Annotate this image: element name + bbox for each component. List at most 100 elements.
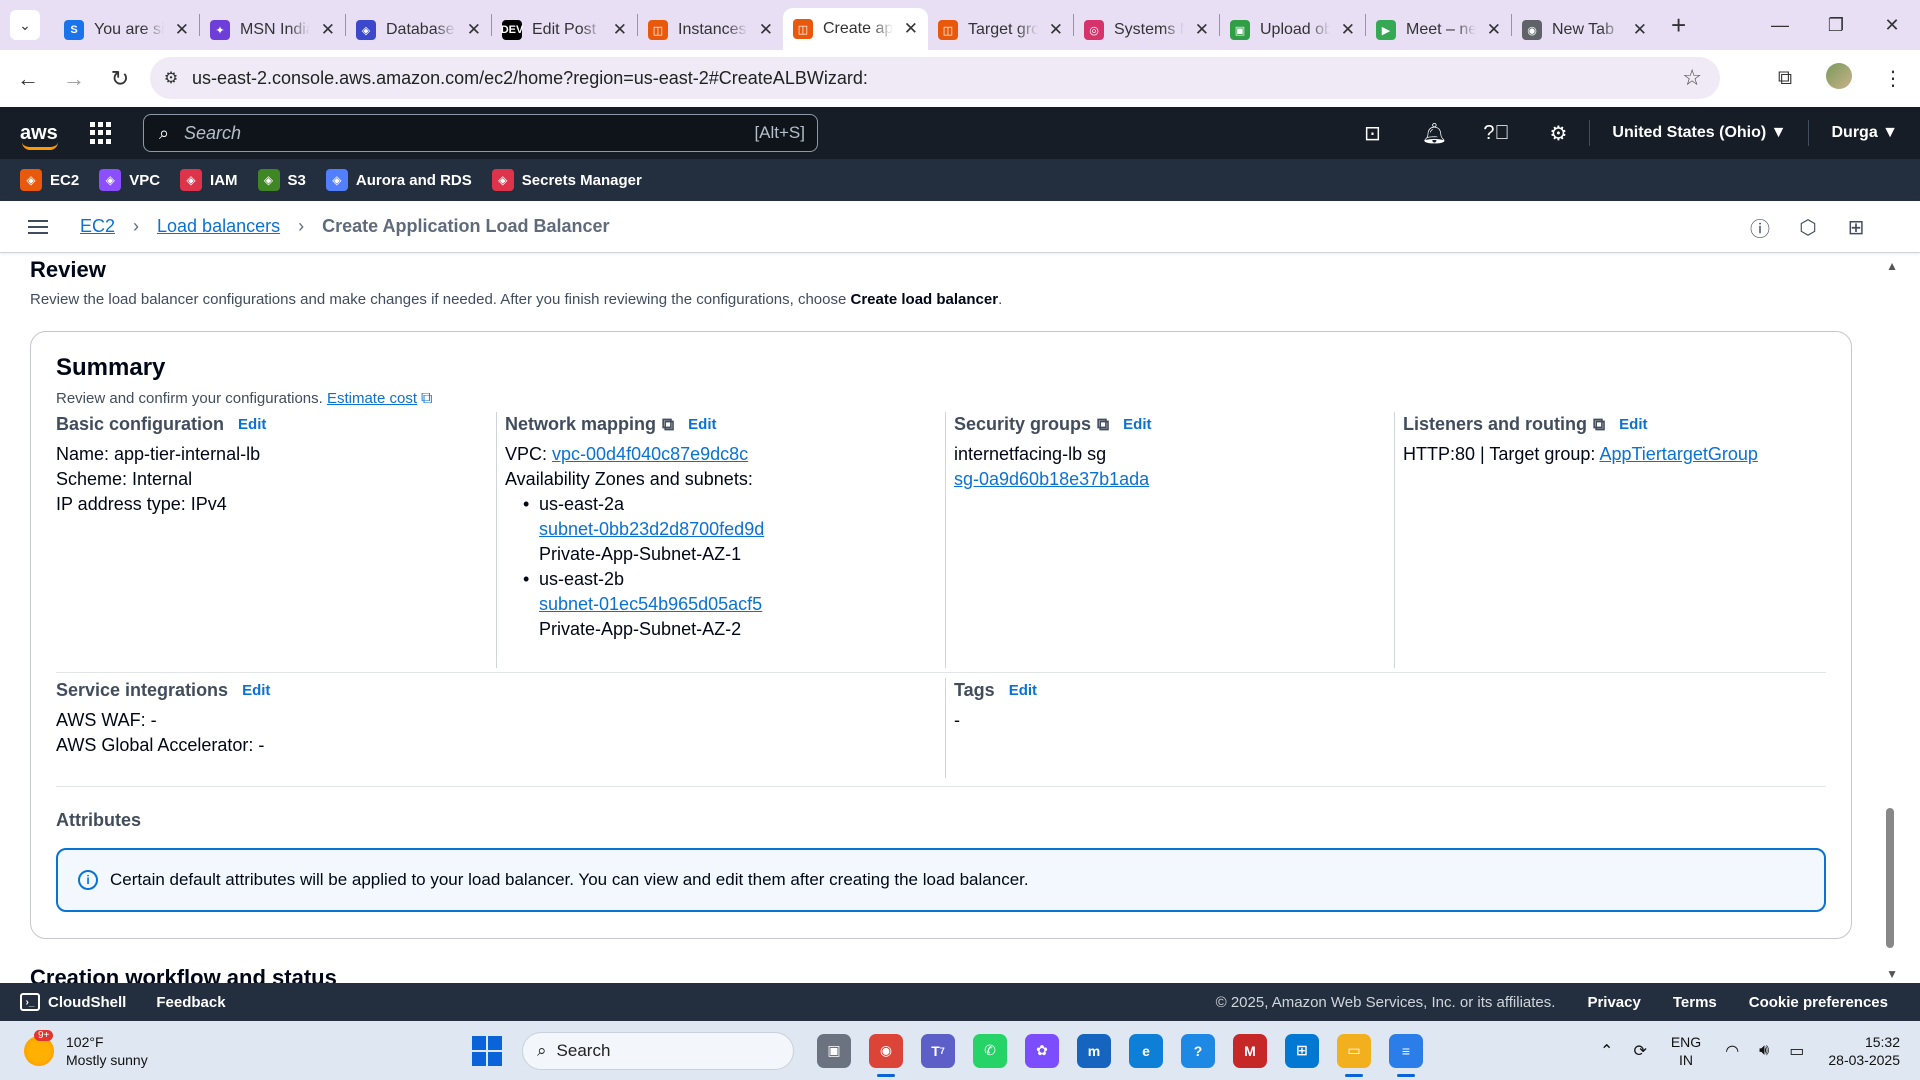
browser-tab[interactable]: ◉ New Tab ✕ xyxy=(1512,10,1657,50)
help-app-icon[interactable]: ? xyxy=(1181,1033,1215,1068)
url-text[interactable]: us-east-2.console.aws.amazon.com/ec2/hom… xyxy=(192,68,868,89)
battery-icon[interactable]: ▭ xyxy=(1789,1041,1804,1061)
breadcrumb-load-balancers[interactable]: Load balancers xyxy=(157,216,280,237)
edit-services-button[interactable]: Edit xyxy=(242,678,270,703)
task-view-icon[interactable]: ▣ xyxy=(817,1033,851,1068)
browser-tab[interactable]: S You are signed in ✕ xyxy=(54,10,199,50)
edit-network-button[interactable]: Edit xyxy=(688,412,716,437)
cloudshell-icon[interactable]: ⊡ xyxy=(1341,121,1403,146)
subnet-link[interactable]: subnet-01ec54b965d05acf5 xyxy=(539,594,762,614)
edit-tags-button[interactable]: Edit xyxy=(1009,678,1037,703)
target-group-link[interactable]: AppTiertargetGroup xyxy=(1599,444,1757,464)
file-explorer-icon[interactable]: ▭ xyxy=(1337,1033,1371,1077)
profile-avatar[interactable] xyxy=(1812,62,1866,95)
mcafee-icon[interactable]: M xyxy=(1233,1033,1267,1068)
privacy-link[interactable]: Privacy xyxy=(1587,994,1640,1011)
account-menu[interactable]: Durga ▼ xyxy=(1809,124,1920,142)
favorite-aurora-and-rds[interactable]: ◈ Aurora and RDS xyxy=(325,169,472,191)
favorite-vpc[interactable]: ◈ VPC xyxy=(99,169,160,191)
services-menu-icon[interactable] xyxy=(90,122,112,144)
new-tab-button[interactable]: + xyxy=(1671,10,1686,41)
site-settings-icon[interactable]: ⚙ xyxy=(150,68,192,88)
browser-tab[interactable]: ▣ Upload objects ✕ xyxy=(1220,10,1365,50)
cookie-preferences-link[interactable]: Cookie preferences xyxy=(1749,994,1888,1011)
edge-icon[interactable]: e xyxy=(1129,1033,1163,1068)
close-window-button[interactable]: ✕ xyxy=(1864,0,1920,50)
forward-button[interactable]: → xyxy=(56,66,92,92)
terms-link[interactable]: Terms xyxy=(1673,994,1717,1011)
minimize-button[interactable]: — xyxy=(1752,0,1808,50)
side-nav-menu-icon[interactable] xyxy=(28,216,48,238)
whatsapp-icon[interactable]: ✆ xyxy=(973,1033,1007,1068)
browser-tab[interactable]: ▶ Meet – new meeting ✕ xyxy=(1366,10,1511,50)
weather-widget[interactable]: 9+ 102°F Mostly sunny xyxy=(24,1029,148,1069)
close-tab-icon[interactable]: ✕ xyxy=(613,20,627,40)
close-tab-icon[interactable]: ✕ xyxy=(1195,20,1209,40)
address-bar[interactable]: ⚙ us-east-2.console.aws.amazon.com/ec2/h… xyxy=(150,57,1720,99)
browser-tab[interactable]: ◫ Instances ✕ xyxy=(638,10,783,50)
windows-start-icon[interactable] xyxy=(472,1035,502,1066)
cloudshell-button[interactable]: ›_ CloudShell xyxy=(20,993,126,1011)
volume-icon[interactable]: 🔊︎ xyxy=(1759,1042,1769,1060)
favorite-s3[interactable]: ◈ S3 xyxy=(257,169,306,191)
chevron-up-icon[interactable]: ⌃ xyxy=(1600,1041,1613,1061)
notepad-icon[interactable]: ≡ xyxy=(1389,1033,1423,1077)
browser-tab[interactable]: DEV Edit Post ✕ xyxy=(492,10,637,50)
external-link-icon[interactable]: ⧉ xyxy=(421,390,432,408)
close-tab-icon[interactable]: ✕ xyxy=(467,20,481,40)
breadcrumb-ec2[interactable]: EC2 xyxy=(80,216,115,237)
back-button[interactable]: ← xyxy=(10,66,46,92)
browser-tab[interactable]: ◎ Systems Manager ✕ xyxy=(1074,10,1219,50)
edit-security-button[interactable]: Edit xyxy=(1123,412,1151,437)
feedback-button[interactable]: Feedback xyxy=(156,994,225,1011)
chrome-icon[interactable]: ◉ xyxy=(869,1033,903,1077)
browser-tab[interactable]: ◈ Database ✕ xyxy=(346,10,491,50)
tab-search-button[interactable]: ⌄ xyxy=(10,10,40,40)
close-tab-icon[interactable]: ✕ xyxy=(1633,20,1647,40)
teams-icon[interactable]: T7 xyxy=(921,1033,955,1068)
edit-listeners-button[interactable]: Edit xyxy=(1619,412,1647,437)
scroll-up-icon[interactable]: ▲ xyxy=(1886,259,1898,273)
clock[interactable]: 15:32 28-03-2025 xyxy=(1828,1033,1900,1069)
security-group-link[interactable]: sg-0a9d60b18e37b1ada xyxy=(954,469,1149,489)
help-icon[interactable]: ?⃝ xyxy=(1465,122,1527,145)
copilot-icon[interactable]: ✿ xyxy=(1025,1033,1059,1068)
region-selector[interactable]: United States (Ohio) ▼ xyxy=(1590,124,1808,142)
scroll-down-icon[interactable]: ▼ xyxy=(1886,967,1898,981)
browser-menu-icon[interactable]: ⋮ xyxy=(1866,66,1920,91)
favorite-ec2[interactable]: ◈ EC2 xyxy=(20,169,79,191)
browser-tab[interactable]: ◫ Create application load balancer ✕ xyxy=(783,8,928,50)
notifications-bell-icon[interactable]: 🔔︎ xyxy=(1403,121,1465,146)
notifications-panel-icon[interactable]: ⬡ xyxy=(1784,215,1832,240)
settings-gear-icon[interactable]: ⚙ xyxy=(1527,121,1589,146)
restore-button[interactable]: ❐ xyxy=(1808,0,1864,50)
info-panel-icon[interactable]: ⓘ xyxy=(1736,213,1784,242)
mylife-icon[interactable]: m xyxy=(1077,1033,1111,1068)
external-link-icon[interactable]: ⧉ xyxy=(662,412,674,437)
subnet-link[interactable]: subnet-0bb23d2d8700fed9d xyxy=(539,519,764,539)
bookmark-star-icon[interactable]: ☆ xyxy=(1682,65,1702,91)
extensions-icon[interactable]: ⧉ xyxy=(1758,67,1812,90)
favorite-iam[interactable]: ◈ IAM xyxy=(180,169,238,191)
close-tab-icon[interactable]: ✕ xyxy=(175,20,189,40)
close-tab-icon[interactable]: ✕ xyxy=(321,20,335,40)
external-link-icon[interactable]: ⧉ xyxy=(1593,412,1605,437)
taskbar-search[interactable]: ⌕ Search xyxy=(522,1031,794,1070)
browser-tab[interactable]: ✦ MSN India ✕ xyxy=(200,10,345,50)
aws-logo[interactable]: aws xyxy=(20,123,62,150)
vpc-link[interactable]: vpc-00d4f040c87e9dc8c xyxy=(552,444,748,464)
reload-button[interactable]: ↻ xyxy=(102,66,138,92)
language-indicator[interactable]: ENG IN xyxy=(1671,1033,1701,1069)
console-search-input[interactable]: ⌕ Search [Alt+S] xyxy=(143,114,818,152)
store-icon[interactable]: ⊞ xyxy=(1285,1033,1319,1068)
help-panel-icon[interactable]: ⊞ xyxy=(1832,215,1880,240)
estimate-cost-link[interactable]: Estimate cost xyxy=(327,390,417,407)
scroll-thumb[interactable] xyxy=(1886,808,1894,948)
wifi-icon[interactable]: ◠ xyxy=(1725,1041,1739,1061)
close-tab-icon[interactable]: ✕ xyxy=(759,20,773,40)
close-tab-icon[interactable]: ✕ xyxy=(1341,20,1355,40)
page-scrollbar[interactable]: ▲ ▼ xyxy=(1880,253,1920,983)
browser-tab[interactable]: ◫ Target groups ✕ xyxy=(928,10,1073,50)
favorite-secrets-manager[interactable]: ◈ Secrets Manager xyxy=(491,169,642,191)
close-tab-icon[interactable]: ✕ xyxy=(1487,20,1501,40)
